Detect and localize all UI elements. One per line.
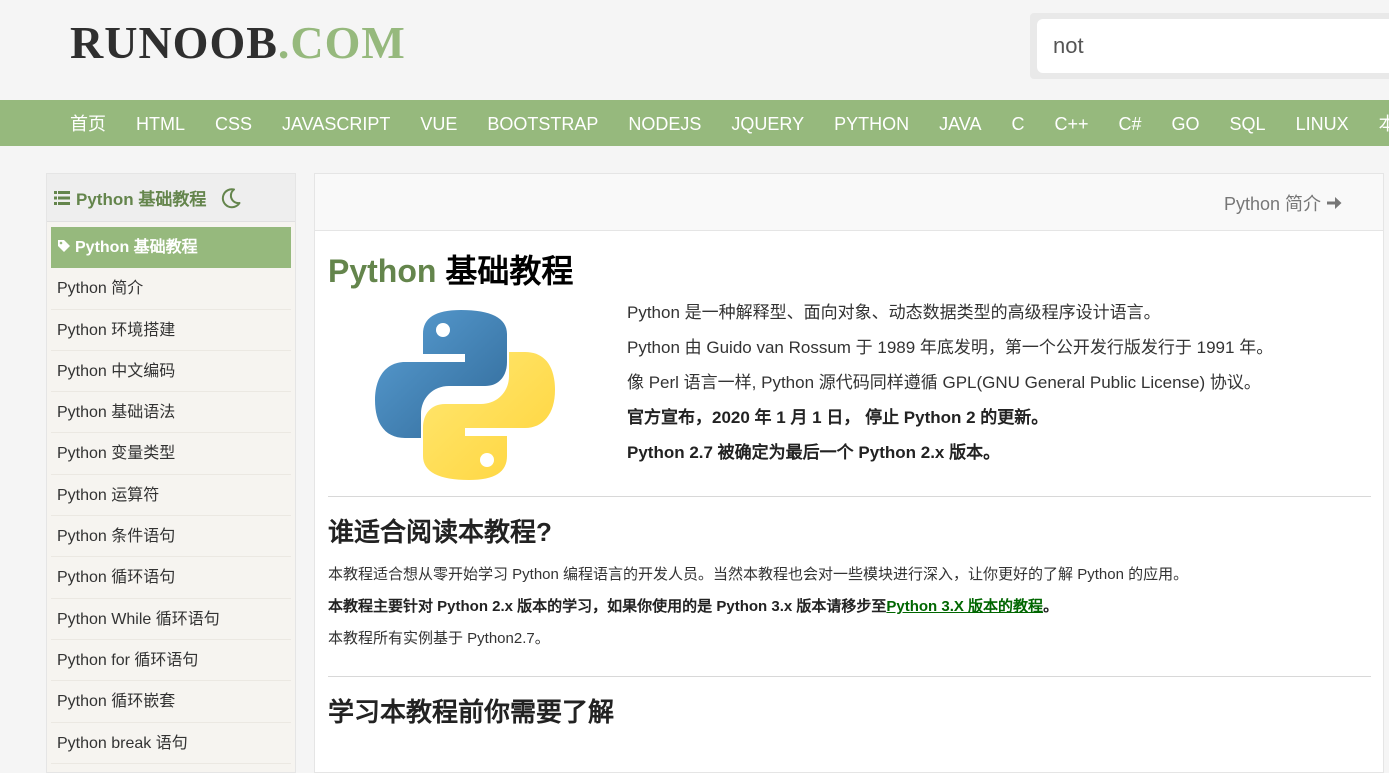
nav-item[interactable]: HTML <box>121 100 200 146</box>
section-title-audience: 谁适合阅读本教程? <box>328 517 552 547</box>
sidebar-item[interactable]: Python 基础语法 <box>51 392 291 434</box>
search-box <box>1030 13 1389 79</box>
intro-line: Python 2.7 被确定为最后一个 Python 2.x 版本。 <box>627 443 1001 462</box>
sidebar-item-label: Python While 循环语句 <box>57 610 220 628</box>
nav-item[interactable]: C <box>996 100 1039 146</box>
section-title-prerequisites: 学习本教程前你需要了解 <box>328 697 615 727</box>
sidebar-item-label: Python break 语句 <box>57 734 188 752</box>
sidebar-item-label: Python 基础语法 <box>57 404 176 422</box>
intro-line: Python 由 Guido van Rossum 于 1989 年底发明，第一… <box>627 338 1274 357</box>
nav-item[interactable]: JAVA <box>924 100 996 146</box>
sidebar-item[interactable]: Python 变量类型 <box>51 433 291 475</box>
divider <box>328 676 1371 677</box>
sidebar-item[interactable]: Python 运算符 <box>51 474 291 517</box>
sidebar-item[interactable]: Python 条件语句 <box>51 516 291 558</box>
sidebar-item-label: Python 简介 <box>57 280 144 298</box>
site-logo[interactable]: RUNOOB.COM <box>70 18 406 68</box>
sidebar-item-label: Python 循环语句 <box>57 569 176 587</box>
top-nav: 首页 HTML CSS JAVASCRIPT VUE BOOTSTRAP NODEJS JQU… <box>0 100 1389 146</box>
section-audience-note: 本教程主要针对 Python 2.x 版本的学习，如果你使用的是 Python … <box>328 595 1058 616</box>
note-suffix: 。 <box>1043 598 1059 615</box>
nav-item[interactable]: BOOTSTRAP <box>472 100 613 146</box>
sidebar-item-label: Python for 循环语句 <box>57 651 199 669</box>
sidebar-item[interactable]: Python 中文编码 <box>51 350 291 393</box>
nav-item[interactable]: CSS <box>200 100 267 146</box>
tag-icon <box>58 240 70 252</box>
sidebar-item-label: Python 中文编码 <box>57 362 176 380</box>
section-audience-version: 本教程所有实例基于 Python2.7。 <box>328 630 550 647</box>
sidebar-item-label: Python 运算符 <box>57 486 160 504</box>
next-page-label: Python 简介 <box>1223 194 1321 214</box>
nav-item[interactable]: NODEJS <box>613 100 716 146</box>
sidebar-item[interactable]: Python 简介 <box>51 268 291 310</box>
sidebar-item-label: Python 条件语句 <box>57 528 176 546</box>
sidebar-item-active[interactable]: Python 基础教程 <box>51 227 291 269</box>
sidebar-item[interactable]: Python 循环嵌套 <box>51 681 291 723</box>
sidebar-item-label: Python 循环嵌套 <box>57 693 176 711</box>
logo-text-dot: . <box>277 17 291 68</box>
note-prefix: 本教程主要针对 Python 2.x 版本的学习，如果你使用的是 Python … <box>328 598 887 615</box>
sidebar-item[interactable]: Python break 语句 <box>51 722 291 764</box>
sidebar-item-label: Python 基础教程 <box>75 239 198 256</box>
nav-item[interactable]: C++ <box>1039 100 1103 146</box>
sidebar-item-label: Python 变量类型 <box>57 445 176 463</box>
sidebar-header: Python 基础教程 <box>47 174 295 222</box>
logo-text-com: COM <box>290 17 406 68</box>
moon-icon[interactable] <box>220 187 242 209</box>
page-title-rest: 基础教程 <box>436 253 574 289</box>
nav-item[interactable]: 首页 <box>55 100 121 146</box>
sidebar-item-label: Python 环境搭建 <box>57 321 176 339</box>
python3-tutorial-link[interactable]: Python 3.X 版本的教程 <box>886 598 1043 615</box>
nav-item[interactable]: JQUERY <box>716 100 819 146</box>
search-input[interactable] <box>1037 19 1389 73</box>
nav-item[interactable]: PYTHON <box>819 100 924 146</box>
intro-line: 官方宣布，2020 年 1 月 1 日， 停止 Python 2 的更新。 <box>627 408 1049 427</box>
nav-item[interactable]: JAVASCRIPT <box>267 100 405 146</box>
sidebar-item[interactable]: Python for 循环语句 <box>51 639 291 682</box>
page-title: Python 基础教程 <box>328 246 573 292</box>
sidebar-item[interactable]: Python 循环语句 <box>51 557 291 599</box>
intro-line: 像 Perl 语言一样, Python 源代码同样遵循 GPL(GNU Gene… <box>627 373 1261 392</box>
intro-line: Python 是一种解释型、面向对象、动态数据类型的高级程序设计语言。 <box>627 303 1161 322</box>
sidebar-item[interactable]: Python While 循环语句 <box>51 598 291 640</box>
nav-item[interactable]: LINUX <box>1281 100 1364 146</box>
page-title-accent: Python <box>328 253 437 289</box>
site-header: RUNOOB.COM <box>0 0 1389 100</box>
nav-item[interactable]: VUE <box>405 100 472 146</box>
sidebar-item[interactable]: Python 环境搭建 <box>51 309 291 351</box>
content-topbar: Python 简介 <box>315 174 1383 231</box>
arrow-right-icon <box>1327 197 1342 209</box>
list-icon <box>54 190 70 205</box>
nav-item[interactable]: 本 <box>1364 100 1389 146</box>
next-page-link[interactable]: Python 简介 <box>1224 190 1343 216</box>
sidebar-title: Python 基础教程 <box>76 190 207 209</box>
intro-text: Python 是一种解释型、面向对象、动态数据类型的高级程序设计语言。 Pytho… <box>627 298 1367 473</box>
main-content: Python 简介 Python 基础教程 Python 是一种解释型、面向对象… <box>314 173 1384 773</box>
python-logo <box>375 310 555 480</box>
sidebar: Python 基础教程 Python 基础教程 Python 简介 Python 环… <box>46 173 296 773</box>
logo-text-main: RUNOOB <box>70 17 278 68</box>
divider <box>328 496 1371 497</box>
section-audience-text: 本教程适合想从零开始学习 Python 编程语言的开发人员。当然本教程也会对一些… <box>328 566 1189 583</box>
nav-item[interactable]: C# <box>1104 100 1157 146</box>
sidebar-list: Python 基础教程 Python 简介 Python 环境搭建 Python 中文… <box>47 222 295 764</box>
nav-item[interactable]: SQL <box>1215 100 1281 146</box>
nav-item[interactable]: GO <box>1157 100 1215 146</box>
